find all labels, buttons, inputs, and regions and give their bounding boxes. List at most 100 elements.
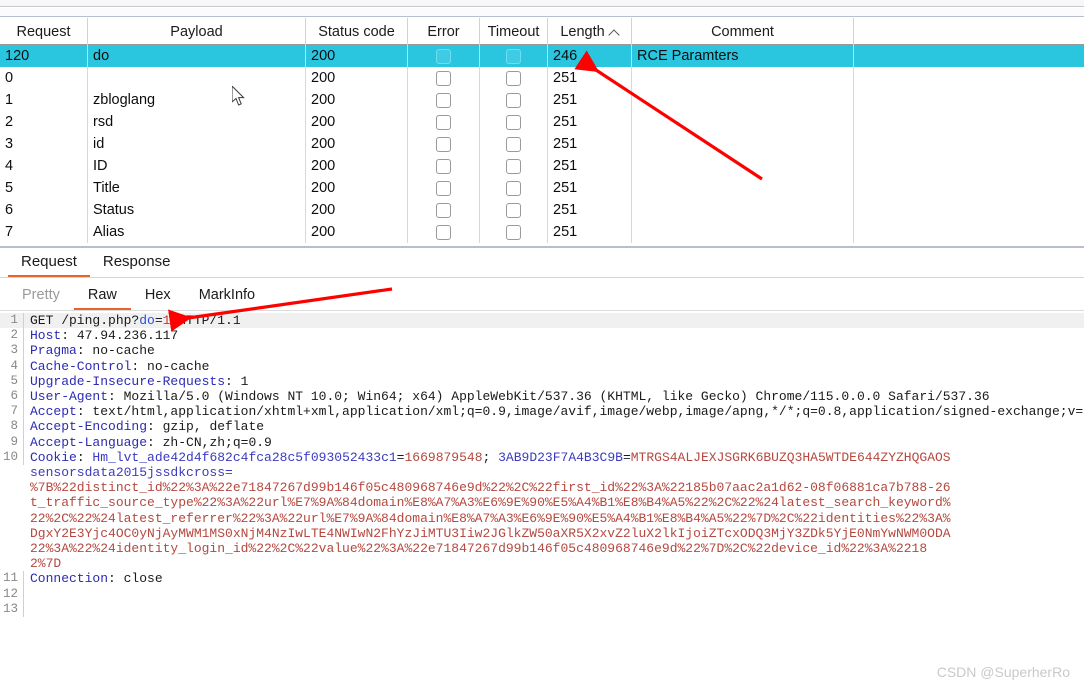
cell-comment	[632, 133, 854, 155]
timeout-checkbox[interactable]	[506, 48, 521, 64]
request-text-segment: %7B%22distinct_id%22%3A%22e71847267d99b1…	[30, 480, 951, 496]
table-row[interactable]: 4 ID 200 251	[0, 155, 1084, 177]
column-header-label: Error	[427, 23, 460, 40]
raw-request-viewer[interactable]: 1 GET /ping.php?do=1 HTTP/1.1 2 Host: 47.94…	[0, 313, 1084, 688]
cell-filler	[854, 45, 1084, 67]
request-text-segment: t_traffic_source_type%22%3A%22url%E7%9A%…	[30, 495, 951, 511]
tab-request[interactable]: Request	[8, 251, 90, 277]
request-line: 7 Accept: text/html,application/xhtml+xml…	[0, 404, 1084, 420]
timeout-checkbox[interactable]	[506, 158, 521, 174]
error-checkbox[interactable]	[436, 136, 451, 152]
error-checkbox[interactable]	[436, 224, 451, 240]
tab-pretty[interactable]: Pretty	[8, 285, 74, 310]
error-checkbox[interactable]	[436, 180, 451, 196]
cell-filler	[854, 133, 1084, 155]
request-text-segment: User-Agent	[30, 389, 109, 405]
request-line: 3 Pragma: no-cache	[0, 343, 1084, 359]
column-header-label: Payload	[170, 23, 223, 40]
column-header-payload[interactable]: Payload	[88, 18, 306, 45]
error-checkbox[interactable]	[436, 158, 451, 174]
error-checkbox[interactable]	[436, 114, 451, 130]
table-row[interactable]: 0 200 251	[0, 67, 1084, 89]
error-checkbox[interactable]	[436, 92, 451, 108]
cell-error	[408, 155, 480, 177]
cell-status: 200	[306, 177, 408, 199]
table-row[interactable]: 120 do 200 246 RCE Paramters	[0, 45, 1084, 67]
column-header-comment[interactable]: Comment	[632, 18, 854, 45]
cell-status: 200	[306, 155, 408, 177]
tab-hex[interactable]: Hex	[131, 285, 185, 310]
cell-error	[408, 221, 480, 243]
request-text-segment: ;	[482, 449, 499, 465]
cell-comment	[632, 221, 854, 243]
request-line: 2 Host: 47.94.236.117	[0, 328, 1084, 344]
request-line: 13	[0, 601, 1084, 618]
request-text-segment: Cache-Control	[30, 358, 132, 374]
table-bottom-divider	[0, 246, 1084, 248]
table-row[interactable]: 7 Alias 200 251	[0, 221, 1084, 243]
request-line: 9 Accept-Language: zh-CN,zh;q=0.9	[0, 434, 1084, 450]
cell-filler	[854, 199, 1084, 221]
table-row[interactable]: 2 rsd 200 251	[0, 111, 1084, 133]
timeout-checkbox[interactable]	[506, 114, 521, 130]
error-checkbox[interactable]	[436, 70, 451, 86]
cell-comment	[632, 111, 854, 133]
cell-request: 3	[0, 133, 88, 155]
column-header-request[interactable]: Request	[0, 18, 88, 45]
tab-response[interactable]: Response	[90, 251, 184, 277]
column-header-filler	[854, 18, 1084, 45]
table-row[interactable]: 3 id 200 251	[0, 133, 1084, 155]
cell-payload: Alias	[88, 221, 306, 243]
column-header-error[interactable]: Error	[408, 18, 480, 45]
timeout-checkbox[interactable]	[506, 180, 521, 196]
error-checkbox[interactable]	[436, 48, 451, 64]
cell-length: 251	[548, 155, 632, 177]
cell-payload: rsd	[88, 111, 306, 133]
line-number: 6	[0, 389, 24, 405]
cell-timeout	[480, 45, 548, 67]
timeout-checkbox[interactable]	[506, 70, 521, 86]
timeout-checkbox[interactable]	[506, 92, 521, 108]
request-text-segment: MTRGS4ALJEXJSGRK6BUZQ3HA5WTDE644ZYZHQGAO…	[630, 449, 951, 465]
tab-markinfo[interactable]: MarkInfo	[185, 285, 269, 310]
window-chrome-strip-upper	[0, 0, 1084, 7]
cell-status: 200	[306, 89, 408, 111]
table-row[interactable]: 6 Status 200 251	[0, 199, 1084, 221]
column-header-timeout[interactable]: Timeout	[480, 18, 548, 45]
request-line-text: User-Agent: Mozilla/5.0 (Windows NT 10.0…	[24, 389, 990, 404]
request-text-segment: Host	[30, 328, 62, 344]
cell-payload: do	[88, 45, 306, 67]
cell-length: 251	[548, 89, 632, 111]
cell-comment	[632, 155, 854, 177]
cell-payload: Title	[88, 177, 306, 199]
request-text-segment: 2%7D	[30, 556, 62, 572]
error-checkbox[interactable]	[436, 202, 451, 218]
request-text-segment: : zh-CN,zh;q=0.9	[147, 434, 272, 450]
cell-comment	[632, 199, 854, 221]
timeout-checkbox[interactable]	[506, 136, 521, 152]
line-number: 11	[0, 571, 24, 587]
window-chrome-strip-lower	[0, 8, 1084, 17]
cell-status: 200	[306, 67, 408, 89]
timeout-checkbox[interactable]	[506, 202, 521, 218]
request-text-segment: DgxY2E3Yjc4OC0yNjAyMWM1MS0xNjM4NzIwLTE4N…	[30, 525, 951, 541]
tab-raw[interactable]: Raw	[73, 285, 131, 310]
request-line-text: Accept-Encoding: gzip, deflate	[24, 419, 264, 434]
cell-comment	[632, 89, 854, 111]
request-text-segment: 22%3A%22%24identity_login_id%22%2C%22val…	[30, 541, 928, 557]
request-line-text: Connection: close	[24, 571, 163, 586]
cell-filler	[854, 221, 1084, 243]
column-header-status[interactable]: Status code	[306, 18, 408, 45]
timeout-checkbox[interactable]	[506, 224, 521, 240]
request-line: DgxY2E3Yjc4OC0yNjAyMWM1MS0xNjM4NzIwLTE4N…	[0, 526, 1084, 541]
cell-status: 200	[306, 133, 408, 155]
request-text-segment: :	[76, 449, 93, 465]
cell-request: 2	[0, 111, 88, 133]
request-text-segment: : no-cache	[76, 343, 155, 359]
column-header-length[interactable]: Length	[548, 18, 632, 45]
table-row[interactable]: 1 zbloglang 200 251	[0, 89, 1084, 111]
line-number: 12	[0, 586, 24, 602]
column-header-label: Request	[16, 23, 71, 40]
table-row[interactable]: 5 Title 200 251	[0, 177, 1084, 199]
table-body: 120 do 200 246 RCE Paramters 0 200 251 1 zbloglan…	[0, 45, 1084, 243]
